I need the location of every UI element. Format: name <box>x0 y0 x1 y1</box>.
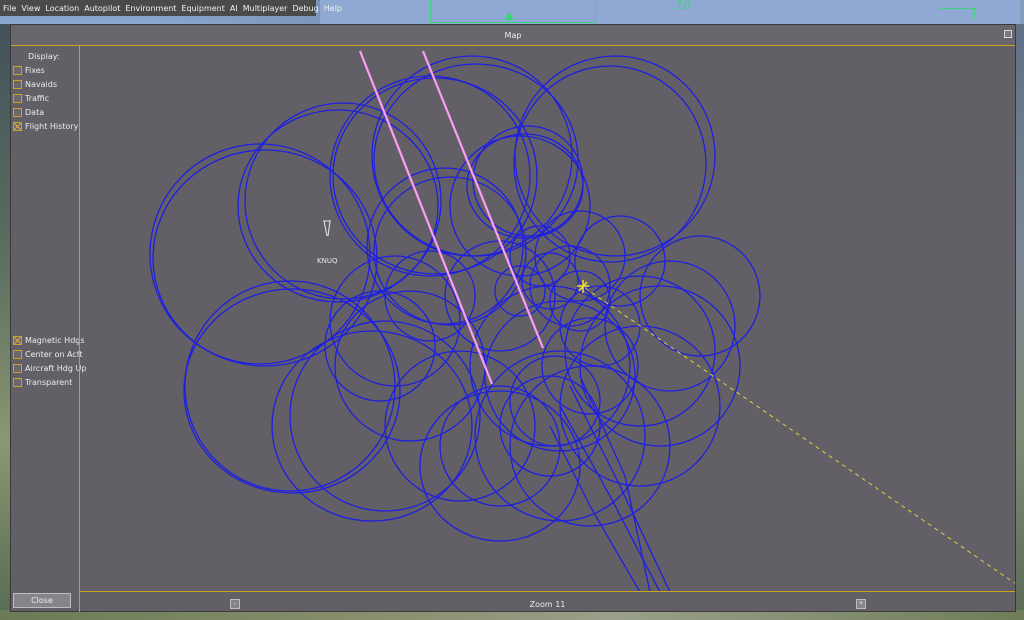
checkbox-aircraft-hdg-up[interactable] <box>13 364 22 373</box>
checkbox-fixes[interactable] <box>13 66 22 75</box>
option-transparent-label: Transparent <box>25 378 73 387</box>
map-bottom-bar: - Zoom 11 + <box>79 591 1015 612</box>
flight-history-loop <box>289 320 481 512</box>
map-sidebar: Display: Fixes Navaids Traffic Data Flig… <box>11 46 86 613</box>
menu-file[interactable]: File <box>3 4 16 13</box>
checkbox-transparent[interactable] <box>13 378 22 387</box>
zoom-in-button[interactable]: + <box>856 599 866 609</box>
map-dialog: Map Display: Fixes Navaids Traffic Data … <box>10 24 1016 612</box>
menu-bar: File View Location Autopilot Environment… <box>0 0 342 16</box>
option-navaids-label: Navaids <box>25 80 57 89</box>
checkbox-traffic[interactable] <box>13 94 22 103</box>
zoom-label: Zoom 11 <box>529 600 566 609</box>
flight-history-loop <box>183 288 401 494</box>
option-aircraft-hdg-up-label: Aircraft Hdg Up <box>25 364 87 373</box>
map-canvas[interactable]: KNUQ <box>79 46 1015 592</box>
flight-history-loop <box>384 250 476 342</box>
checkbox-magnetic-hdgs[interactable] <box>13 336 22 345</box>
option-center-on-acft-label: Center on Acft <box>25 350 83 359</box>
hud-heading-readout: 10 <box>676 0 692 12</box>
option-transparent[interactable]: Transparent <box>13 377 72 388</box>
flight-history-trail <box>579 375 651 592</box>
flight-history-track <box>149 55 761 592</box>
hud-heading-caret <box>504 12 514 20</box>
option-flight-history[interactable]: Flight History <box>13 121 78 132</box>
option-center-on-acft[interactable]: Center on Acft <box>13 349 83 360</box>
runway-line-left <box>358 50 494 385</box>
menu-environment[interactable]: Environment <box>125 4 176 13</box>
checkbox-navaids[interactable] <box>13 80 22 89</box>
option-data-label: Data <box>25 108 45 117</box>
flight-history-loop <box>604 260 736 392</box>
menu-location[interactable]: Location <box>45 4 79 13</box>
checkbox-center-on-acft[interactable] <box>13 350 22 359</box>
flight-history-loop <box>184 280 396 492</box>
close-button[interactable]: Close <box>13 593 71 608</box>
airport-icon <box>323 220 331 237</box>
airport-label: KNUQ <box>317 257 338 265</box>
sky <box>320 0 1020 24</box>
option-traffic-label: Traffic <box>25 94 50 103</box>
flight-history-trail <box>569 385 671 592</box>
option-magnetic-hdgs[interactable]: Magnetic Hdgs <box>13 335 85 346</box>
checkbox-data[interactable] <box>13 108 22 117</box>
flight-history-loop <box>332 77 538 275</box>
option-traffic[interactable]: Traffic <box>13 93 49 104</box>
option-data[interactable]: Data <box>13 107 44 118</box>
option-aircraft-hdg-up[interactable]: Aircraft Hdg Up <box>13 363 86 374</box>
map-drawing <box>149 50 1015 592</box>
hud-tick <box>940 8 975 19</box>
menu-multiplayer[interactable]: Multiplayer <box>243 4 288 13</box>
menu-help[interactable]: Help <box>324 4 342 13</box>
dialog-titlebar[interactable]: Map <box>11 25 1015 46</box>
menu-autopilot[interactable]: Autopilot <box>84 4 120 13</box>
menu-view[interactable]: View <box>21 4 40 13</box>
window-close-icon[interactable] <box>1004 30 1012 38</box>
menu-equipment[interactable]: Equipment <box>181 4 224 13</box>
aircraft-heading-line <box>584 287 1015 584</box>
checkbox-flight-history[interactable] <box>13 122 22 131</box>
option-fixes[interactable]: Fixes <box>13 65 45 76</box>
menu-debug[interactable]: Debug <box>292 4 318 13</box>
option-fixes-label: Fixes <box>25 66 45 75</box>
option-magnetic-hdgs-label: Magnetic Hdgs <box>25 336 85 345</box>
menu-ai[interactable]: AI <box>230 4 238 13</box>
option-flight-history-label: Flight History <box>25 122 79 131</box>
dialog-title: Map <box>504 31 522 40</box>
scenery-left <box>0 24 10 620</box>
display-heading: Display: <box>28 52 60 61</box>
option-navaids[interactable]: Navaids <box>13 79 57 90</box>
